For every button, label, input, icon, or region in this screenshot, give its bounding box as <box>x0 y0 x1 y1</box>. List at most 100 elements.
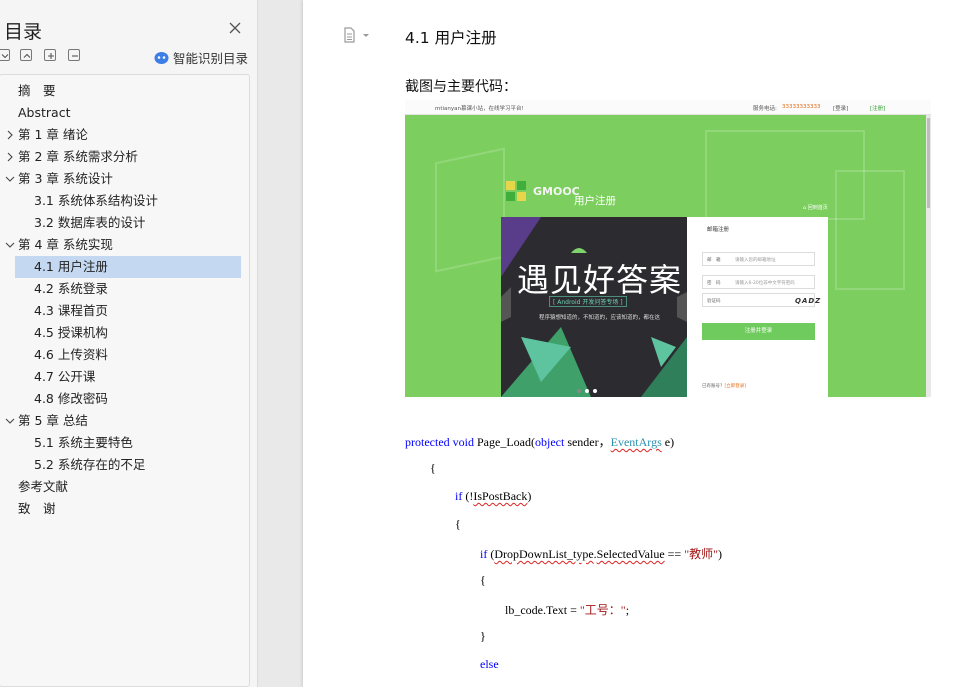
screenshot-register-link: [注册] <box>870 106 886 112</box>
have-account-label: 已有账号？ <box>702 384 725 389</box>
toc-item[interactable]: 4.1 用户注册 <box>15 256 241 278</box>
toc-item-label: Abstract <box>18 105 71 120</box>
caption-text: 截图与主要代码： <box>405 79 517 95</box>
toc-item-label: 第 3 章 系统设计 <box>18 171 113 186</box>
toc-sidebar: 目录 智能识别目录 摘 要 Abstract 第 1 章 绪论第 2 章 系统需求分… <box>0 0 258 687</box>
chevron-down-icon[interactable] <box>5 168 15 190</box>
chevron-right-icon[interactable] <box>5 124 15 146</box>
smart-toc-button[interactable]: 智能识别目录 <box>154 48 248 67</box>
chevron-down-icon[interactable] <box>5 234 15 256</box>
code-type: EventArgs <box>610 435 662 449</box>
banner-line: 程序猿想知道的，不知道的，应该知道的，都在这 <box>539 315 661 321</box>
screenshot-subtitle: 用户注册 <box>574 195 616 207</box>
toc-item[interactable]: Abstract <box>1 102 70 124</box>
expand-up-icon[interactable] <box>20 49 32 61</box>
code-text: sender， <box>564 435 611 449</box>
code-text: SelectedValue <box>596 547 665 561</box>
have-account-text: 已有账号？[立即登录] <box>702 383 746 389</box>
toc-item-label: 参考文献 <box>18 479 69 494</box>
screenshot-greeting: mtianyan慕课小站，在线学习平台! <box>435 106 524 112</box>
toc-item[interactable]: 致 谢 <box>1 498 56 520</box>
code-string: "教师" <box>684 547 718 561</box>
ai-robot-icon <box>154 51 169 64</box>
registration-screenshot: mtianyan慕课小站，在线学习平台! 服务电话: 33333333333 [… <box>405 100 931 397</box>
code-text: IsPostBack <box>473 489 528 503</box>
code-text: e) <box>661 435 675 449</box>
toc-item-label: 5.1 系统主要特色 <box>34 435 133 450</box>
screenshot-home-link: ⌂ 回到首页 <box>803 205 828 211</box>
code-string: "工号：" <box>579 603 626 617</box>
toc-item-label: 4.6 上传资料 <box>34 347 108 362</box>
toc-item-label: 4.7 公开课 <box>34 369 96 384</box>
code-text: (! <box>462 489 474 503</box>
password-field: 密 码 请输入6-20位非中文字符密码 <box>702 275 815 289</box>
toc-item-label: 4.3 课程首页 <box>34 303 108 318</box>
code-line-5: if (DropDownList_type.SelectedValue == "… <box>480 545 722 562</box>
toc-item-label: 第 1 章 绪论 <box>18 127 88 142</box>
screenshot-topbar: mtianyan慕课小站，在线学习平台! 服务电话: 33333333333 [… <box>405 100 931 115</box>
code-keyword: else <box>480 657 499 671</box>
toc-item[interactable]: 摘 要 <box>1 80 56 102</box>
toc-item[interactable]: 5.2 系统存在的不足 <box>1 454 145 476</box>
code-keyword: void <box>452 435 474 449</box>
banner-headline: 遇见好答案 <box>517 261 683 299</box>
toc-item[interactable]: 4.7 公开课 <box>1 366 95 388</box>
toc-item-label: 5.2 系统存在的不足 <box>34 457 146 472</box>
toc-item-label: 4.1 用户注册 <box>34 259 108 274</box>
code-text: DropDownList_type <box>494 547 594 561</box>
email-label: 邮 箱 <box>707 258 721 263</box>
toc-item[interactable]: 4.8 修改密码 <box>1 388 108 410</box>
toc-item[interactable]: 第 5 章 总结 <box>1 410 88 432</box>
code-line-8: } <box>480 629 486 643</box>
screenshot-scrollbar <box>926 115 931 397</box>
brand-logo-icon <box>506 181 526 201</box>
toc-item[interactable]: 第 1 章 绪论 <box>1 124 88 146</box>
email-field: 邮 箱 请输入您的邮箱地址 <box>702 252 815 266</box>
code-keyword: object <box>534 435 565 449</box>
toc-item[interactable]: 3.1 系统体系结构设计 <box>1 190 158 212</box>
form-tab-email: 邮箱注册 <box>707 227 730 233</box>
toc-item-label: 摘 要 <box>18 83 56 98</box>
captcha-image: QADZ <box>795 297 822 305</box>
toc-item[interactable]: 参考文献 <box>1 476 68 498</box>
toc-item[interactable]: 4.2 系统登录 <box>1 278 108 300</box>
sidebar-title: 目录 <box>4 21 43 43</box>
toc-tree: 摘 要 Abstract 第 1 章 绪论第 2 章 系统需求分析第 3 章 系统设… <box>0 74 250 687</box>
code-text: == <box>664 547 685 561</box>
section-heading: 4.1 用户注册 <box>405 29 497 47</box>
login-now-link: [立即登录] <box>724 384 747 389</box>
code-line-4: { <box>455 517 461 531</box>
screenshot-login-link: [登录] <box>833 106 849 112</box>
captcha-label: 验证码 <box>707 299 721 304</box>
code-line-7: lb_code.Text = "工号："; <box>505 601 629 618</box>
page-gutter <box>259 0 303 687</box>
toc-item-label: 第 5 章 总结 <box>18 413 88 428</box>
add-heading-icon[interactable] <box>44 49 56 61</box>
toc-item[interactable]: 4.5 授课机构 <box>1 322 108 344</box>
password-placeholder: 请输入6-20位非中文字符密码 <box>735 281 795 286</box>
code-line-1: protected void Page_Load(object sender，E… <box>405 433 674 450</box>
chevron-right-icon[interactable] <box>5 146 15 168</box>
toc-item-label: 第 4 章 系统实现 <box>18 237 113 252</box>
toc-item[interactable]: 第 3 章 系统设计 <box>1 168 113 190</box>
toc-item-label: 第 2 章 系统需求分析 <box>18 149 138 164</box>
screenshot-register-form: 邮箱注册 邮 箱 请输入您的邮箱地址 密 码 请输入6-20位非中文字符密码 验… <box>687 217 828 397</box>
toc-item-label: 致 谢 <box>18 501 56 516</box>
toc-item[interactable]: 3.2 数据库表的设计 <box>1 212 145 234</box>
screenshot-phone-label: 服务电话: <box>753 106 777 112</box>
toc-item[interactable]: 第 2 章 系统需求分析 <box>1 146 138 168</box>
email-placeholder: 请输入您的邮箱地址 <box>735 258 776 263</box>
page-menu-icon[interactable] <box>343 27 373 43</box>
code-line-9: else <box>480 657 499 672</box>
code-text: lb_code.Text = <box>505 603 580 617</box>
chevron-down-icon[interactable] <box>5 410 15 432</box>
close-icon[interactable] <box>228 20 242 34</box>
code-line-3: if (!IsPostBack) <box>455 489 531 504</box>
remove-heading-icon[interactable] <box>68 49 80 61</box>
toc-item[interactable]: 5.1 系统主要特色 <box>1 432 133 454</box>
collapse-all-icon[interactable] <box>0 49 10 61</box>
code-text: ) <box>527 489 532 503</box>
toc-item[interactable]: 4.6 上传资料 <box>1 344 108 366</box>
toc-item[interactable]: 第 4 章 系统实现 <box>1 234 113 256</box>
toc-item[interactable]: 4.3 课程首页 <box>1 300 108 322</box>
